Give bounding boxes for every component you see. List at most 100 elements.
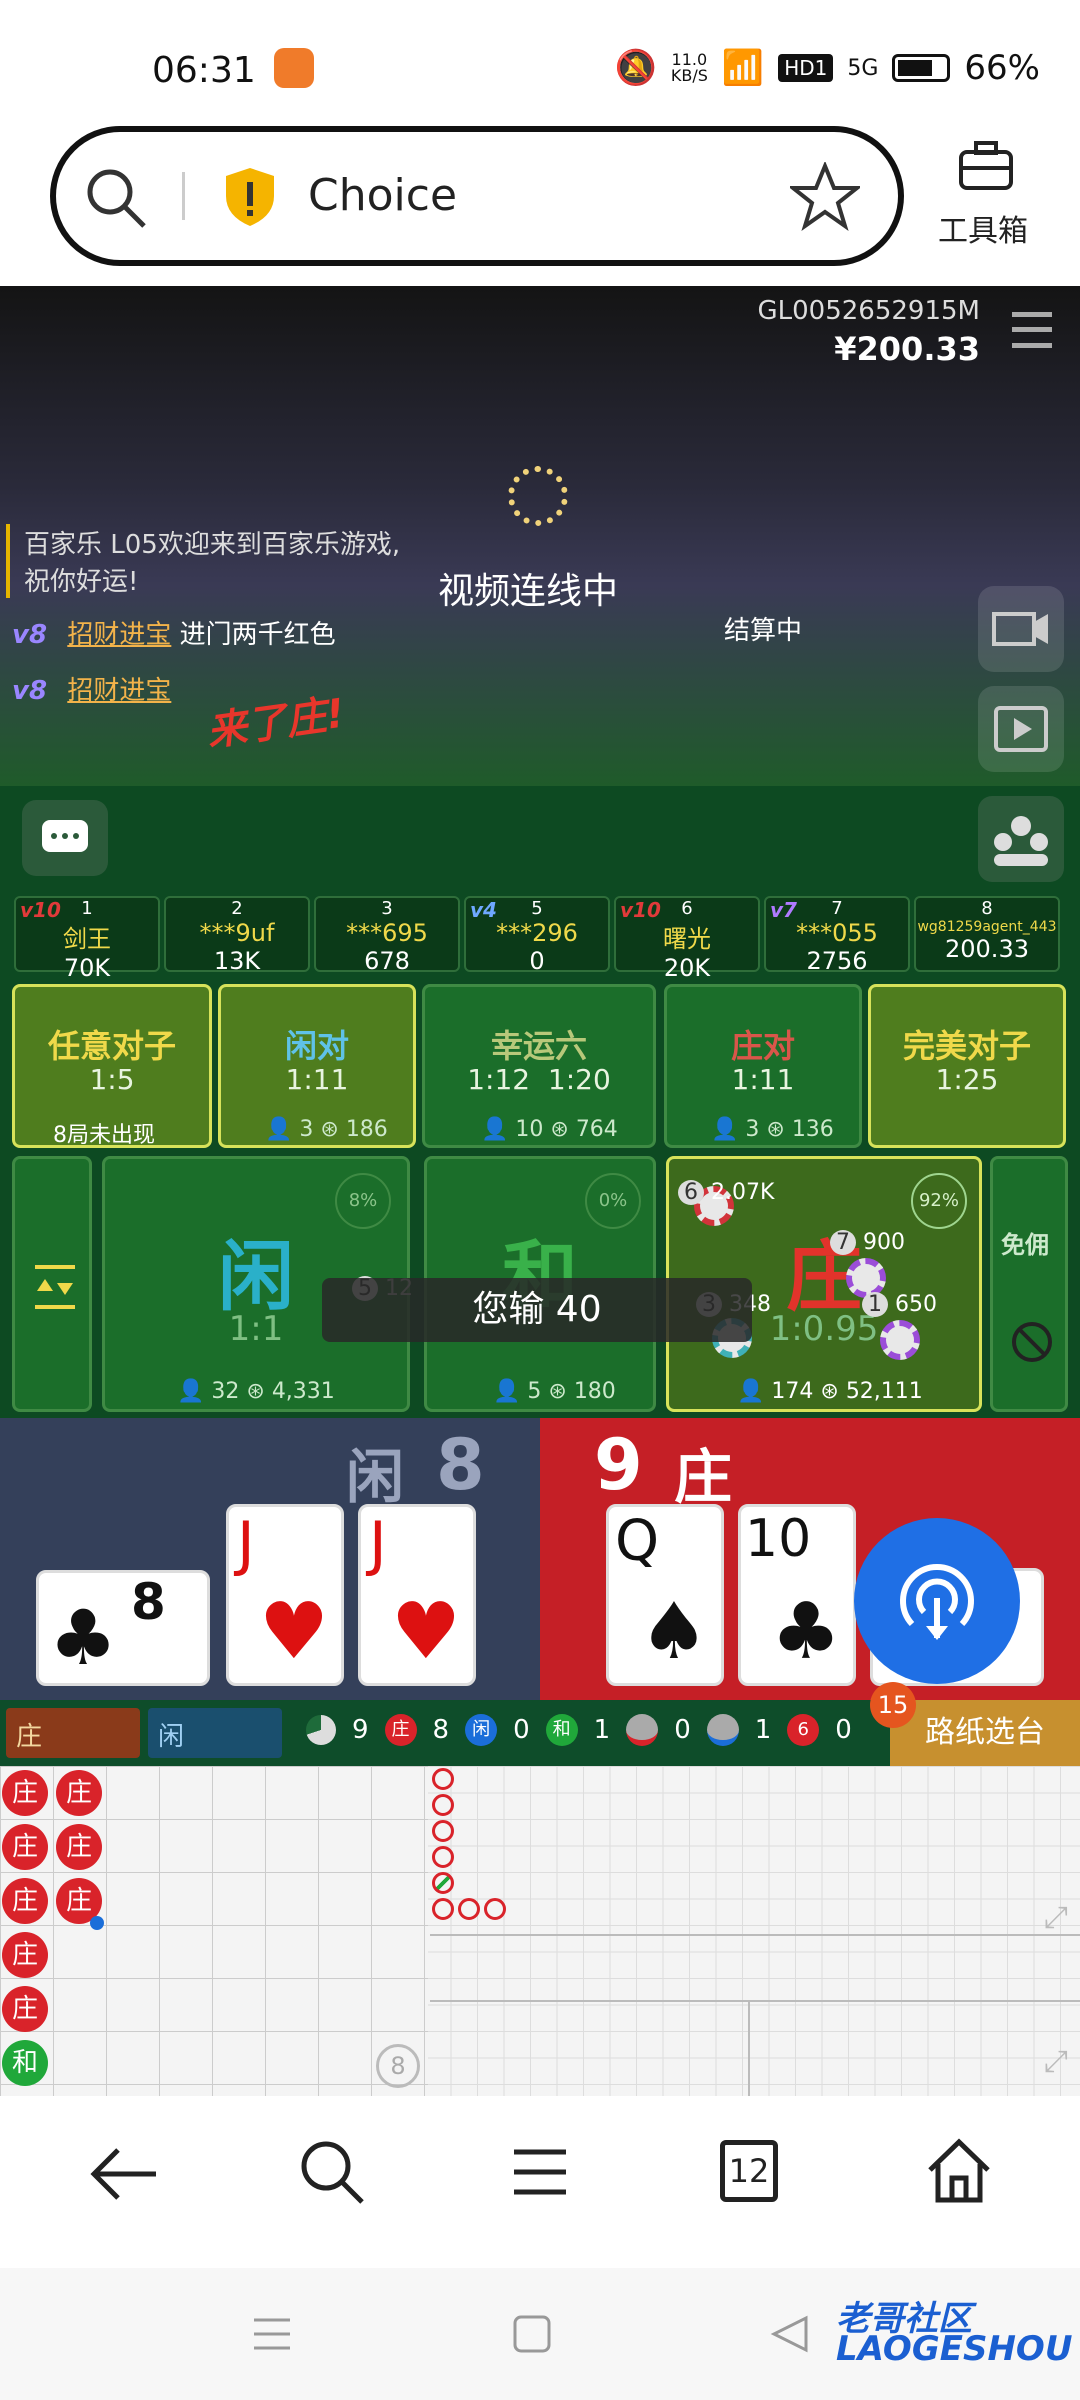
seat-amount: 13K: [213, 947, 261, 975]
home-square-icon[interactable]: [512, 2314, 552, 2354]
seat-amount: 200.33: [945, 935, 1029, 963]
big-road-marker: [432, 1820, 454, 1842]
seat-2[interactable]: 2 ***9uf 13K: [164, 896, 310, 975]
banker-road-tab[interactable]: 庄: [6, 1708, 140, 1758]
search-icon[interactable]: [296, 2136, 368, 2208]
big-road-marker: [432, 1768, 454, 1790]
signal-icon: 5G: [847, 55, 879, 81]
back-arrow-icon[interactable]: [88, 2142, 160, 2206]
video-status: 视频连线中: [438, 571, 619, 612]
baccarat-game: GL0052652915M ¥200.33 视频连线中 结算中 百家乐 L05欢…: [0, 286, 1080, 2096]
player-pair-dot: [90, 1916, 104, 1930]
cast-fab-button[interactable]: [854, 1518, 1020, 1684]
bead-tie: 和: [2, 2040, 48, 2086]
derived-roads: ⤢: [430, 1936, 1080, 2096]
seat-8[interactable]: 8 wg81259agent_443 200.33: [914, 896, 1060, 972]
battery-icon: [892, 54, 951, 82]
bet-banker-pair[interactable]: 庄对 1:11 👤 3 ⊛ 136: [664, 984, 862, 1148]
banker-banner: 来了庄!: [204, 690, 348, 756]
players-group-icon: [994, 816, 1048, 866]
status-bar: 06:31 🔕 11.0 KB/S 📶 HD1 5G 66%: [0, 0, 1080, 120]
chat-user[interactable]: 招财进宝: [67, 620, 171, 650]
seat-name: ***695: [346, 919, 428, 947]
camera-switch-button[interactable]: [978, 586, 1064, 672]
loading-spinner-icon: [508, 466, 568, 526]
vip-badge: v8: [12, 620, 48, 650]
chip-label: 1 650: [862, 1292, 937, 1317]
expand-icon[interactable]: ⤢: [1044, 1900, 1068, 1935]
seat-amount: 678: [364, 947, 410, 975]
battery-percent: 66%: [964, 48, 1040, 88]
app-notification-icon: [274, 48, 314, 88]
bet-lucky-six[interactable]: 幸运六 1:12 1:20 👤 10 ⊛ 764: [422, 984, 656, 1148]
banker-card-1: Q ♠: [606, 1504, 724, 1686]
banker-card-2: 10 ♣: [738, 1504, 856, 1686]
player-score: 8: [436, 1424, 485, 1506]
back-triangle-icon[interactable]: [770, 2314, 810, 2354]
tie-stat-icon: 和: [545, 1714, 578, 1746]
road-toolbar: 庄 闲 9 庄8 闲0 和1 0 1 60 路纸选台 15: [0, 1682, 1080, 1766]
seat-amount: 0: [529, 947, 545, 975]
balance: ¥200.33: [834, 330, 980, 368]
camera-switch-icon: [992, 612, 1048, 646]
menu-icon[interactable]: [510, 2144, 570, 2200]
big-road-marker: [484, 1898, 506, 1920]
players-button[interactable]: [978, 796, 1064, 882]
big-road: ⤢: [430, 1766, 1080, 1936]
hearts-icon: ♥: [259, 1587, 329, 1677]
video-toggle-button[interactable]: [978, 686, 1064, 772]
seat-amount: 70K: [63, 954, 111, 982]
collapse-icon: [35, 1265, 75, 1309]
road-table-picker-button[interactable]: 路纸选台: [890, 1700, 1080, 1766]
seat-6[interactable]: v10 6 曙光 20K: [614, 896, 760, 982]
player-hand: 闲 8 ♣ 8 J ♥ J ♥: [0, 1418, 540, 1700]
banker-stat-icon: 庄: [384, 1714, 417, 1746]
bead-banker: 庄: [2, 1932, 48, 1978]
big-road-marker: [432, 1794, 454, 1816]
six-stat-icon: 6: [787, 1714, 820, 1746]
seat-name: ***055: [796, 919, 878, 947]
address-bar[interactable]: Choice: [50, 126, 904, 266]
spades-icon: ♠: [639, 1587, 709, 1677]
star-icon[interactable]: [790, 162, 860, 232]
big-road-marker: [432, 1898, 454, 1920]
big-road-marker-tie: [432, 1872, 454, 1894]
bead-plate: 庄 庄 庄 庄 庄 和 庄 庄 庄 8: [0, 1766, 428, 2096]
bet-perfect-pair[interactable]: 完美对子 1:25: [868, 984, 1066, 1148]
commission-free-toggle[interactable]: 免佣: [990, 1156, 1068, 1412]
video-play-icon: [994, 706, 1048, 752]
chat-user[interactable]: 招财进宝: [67, 676, 171, 706]
settle-status: 结算中: [724, 616, 803, 646]
seat-5[interactable]: v4 5 ***296 0: [464, 896, 610, 975]
site-name[interactable]: Choice: [308, 170, 457, 221]
recent-apps-icon[interactable]: [252, 2314, 292, 2354]
player-road-tab[interactable]: 闲: [148, 1708, 282, 1758]
browser-nav-bar: 12: [0, 2096, 1080, 2268]
seat-1[interactable]: v10 1 剑王 70K: [14, 896, 160, 982]
chat-button[interactable]: [22, 800, 108, 876]
net-speed: 11.0 KB/S: [670, 50, 708, 85]
seat-7[interactable]: v7 7 ***055 2756: [764, 896, 910, 975]
seat-3[interactable]: 3 ***695 678: [314, 896, 460, 975]
chat-message: v8 招财进宝 进门两千红色: [12, 620, 336, 650]
chip-label: 6 2.07K: [678, 1180, 774, 1205]
banker-label: 庄: [674, 1443, 733, 1511]
watermark-logo: 老哥社区 LAOGESHOU: [836, 2299, 1073, 2369]
wifi-icon: 📶: [721, 48, 765, 88]
bead-banker: 庄: [2, 1770, 48, 1816]
tabs-button[interactable]: 12: [720, 2140, 778, 2202]
big-road-marker: [458, 1898, 480, 1920]
bet-slider-toggle[interactable]: [12, 1156, 92, 1412]
bet-player-pair[interactable]: 闲对 1:11 👤 3 ⊛ 186: [218, 984, 416, 1148]
menu-icon[interactable]: [1012, 312, 1052, 348]
toolbox-label: 工具箱: [938, 214, 1028, 249]
vip-badge: v8: [12, 676, 48, 706]
home-icon[interactable]: [924, 2136, 994, 2206]
expand-icon[interactable]: ⤢: [1044, 2044, 1068, 2079]
search-icon[interactable]: [84, 166, 150, 232]
hearts-icon: ♥: [391, 1587, 461, 1677]
bet-any-pair[interactable]: 任意对子 1:5 8局未出现: [12, 984, 212, 1148]
bead-banker: 庄: [2, 1824, 48, 1870]
seat-amount: 20K: [663, 954, 711, 982]
seat-amount: 2756: [806, 947, 868, 975]
